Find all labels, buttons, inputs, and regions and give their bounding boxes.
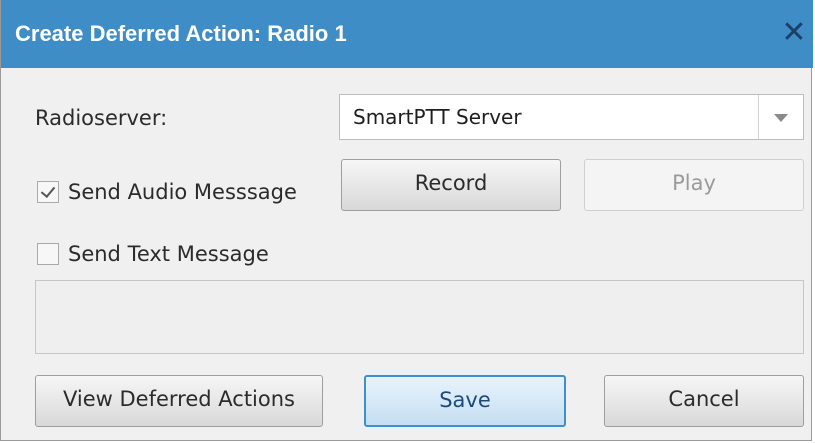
chevron-down-icon[interactable]: [758, 95, 803, 139]
dialog-title: Create Deferred Action: Radio 1: [15, 21, 347, 46]
send-text-checkbox[interactable]: [37, 243, 59, 265]
radioserver-select[interactable]: SmartPTT Server: [339, 94, 804, 140]
record-button-label: Record: [414, 171, 488, 195]
text-message-input[interactable]: [35, 280, 804, 354]
view-deferred-actions-label: View Deferred Actions: [63, 387, 295, 411]
dialog-titlebar: Create Deferred Action: Radio 1 ✕: [1, 0, 813, 68]
radioserver-selected-value: SmartPTT Server: [353, 105, 522, 129]
save-button[interactable]: Save: [364, 375, 566, 427]
view-deferred-actions-button[interactable]: View Deferred Actions: [35, 375, 323, 427]
save-button-label: Save: [439, 388, 491, 412]
radioserver-label: Radioserver:: [35, 106, 168, 130]
close-icon[interactable]: ✕: [779, 18, 809, 48]
send-audio-label: Send Audio Messsage: [68, 180, 297, 204]
play-button-label: Play: [672, 171, 716, 195]
cancel-button-label: Cancel: [668, 387, 740, 411]
send-audio-checkbox[interactable]: [37, 181, 59, 203]
record-button[interactable]: Record: [341, 159, 561, 211]
create-deferred-action-dialog: Create Deferred Action: Radio 1 ✕ Radios…: [0, 0, 813, 441]
play-button[interactable]: Play: [584, 159, 804, 211]
cancel-button[interactable]: Cancel: [604, 375, 804, 427]
send-text-label: Send Text Message: [68, 242, 269, 266]
